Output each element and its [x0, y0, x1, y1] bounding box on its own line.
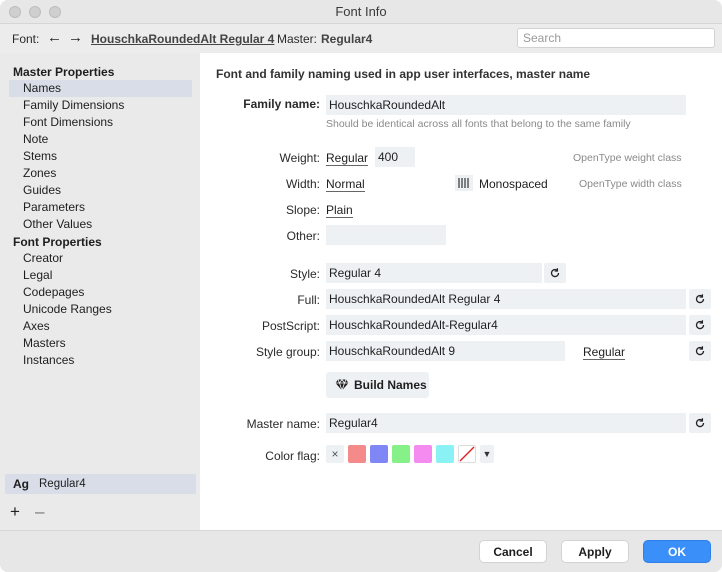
title-bar: Font Info: [0, 0, 722, 24]
reset-full-name-button[interactable]: [689, 289, 711, 309]
master-name-label: Master name:: [246, 417, 320, 431]
sidebar-item-creator[interactable]: Creator: [9, 250, 192, 267]
monospaced-checkbox-icon[interactable]: [455, 175, 473, 191]
dialog-footer: Cancel Apply OK: [0, 530, 722, 572]
master-name-field[interactable]: Regular4: [326, 413, 686, 433]
sidebar-item-family-dimensions[interactable]: Family Dimensions: [9, 97, 192, 114]
weight-class-dropdown[interactable]: Regular: [326, 151, 369, 166]
toolbar: Font: ← → HouschkaRoundedAlt Regular 4 M…: [0, 25, 722, 53]
slope-dropdown[interactable]: Plain: [326, 203, 353, 218]
weight-label: Weight:: [279, 151, 320, 165]
font-properties-heading: Font Properties: [13, 235, 102, 249]
color-flag-green[interactable]: [392, 445, 410, 463]
reset-master-name-button[interactable]: [689, 413, 711, 433]
color-flag-none-icon[interactable]: [458, 445, 476, 463]
build-names-label: Build Names: [354, 378, 427, 392]
color-flag-blue[interactable]: [370, 445, 388, 463]
sidebar: Master Properties Names Family Dimension…: [0, 53, 200, 530]
master-list-item[interactable]: Ag Regular4: [5, 474, 196, 494]
style-name-field[interactable]: Regular 4: [326, 263, 542, 283]
postscript-label: PostScript:: [261, 319, 320, 333]
master-value[interactable]: Regular4: [321, 32, 372, 46]
family-name-field[interactable]: HouschkaRoundedAlt: [326, 95, 686, 115]
sidebar-item-stems[interactable]: Stems: [9, 148, 192, 165]
weight-hint: OpenType weight class: [573, 152, 682, 164]
color-flag-red[interactable]: [348, 445, 366, 463]
apply-button[interactable]: Apply: [561, 540, 629, 563]
sidebar-item-other-values[interactable]: Other Values: [9, 216, 192, 233]
build-names-button[interactable]: Build Names: [326, 372, 429, 398]
sidebar-item-axes[interactable]: Axes: [9, 318, 192, 335]
color-flag-cyan[interactable]: [436, 445, 454, 463]
sidebar-item-zones[interactable]: Zones: [9, 165, 192, 182]
sidebar-item-font-dimensions[interactable]: Font Dimensions: [9, 114, 192, 131]
reset-style-group-button[interactable]: [689, 341, 711, 361]
style-group-field[interactable]: HouschkaRoundedAlt 9: [326, 341, 565, 361]
other-label: Other:: [286, 229, 320, 243]
width-hint: OpenType width class: [579, 178, 682, 190]
search-input[interactable]: [517, 28, 715, 48]
reset-icon: [550, 268, 560, 278]
full-name-field[interactable]: HouschkaRoundedAlt Regular 4: [326, 289, 686, 309]
master-label: Master:: [277, 32, 318, 46]
master-list-item-label: Regular4: [39, 478, 86, 490]
forward-arrow-icon[interactable]: →: [68, 29, 83, 46]
sidebar-item-codepages[interactable]: Codepages: [9, 284, 192, 301]
font-name-link[interactable]: HouschkaRoundedAlt Regular 4: [91, 32, 274, 46]
color-flag-label: Color flag:: [265, 449, 320, 463]
reset-postscript-button[interactable]: [689, 315, 711, 335]
sidebar-item-masters[interactable]: Masters: [9, 335, 192, 352]
family-name-hint: Should be identical across all fonts tha…: [326, 118, 631, 130]
width-class-dropdown[interactable]: Normal: [326, 177, 365, 192]
sidebar-item-instances[interactable]: Instances: [9, 352, 192, 369]
section-heading: Font and family naming used in app user …: [216, 67, 591, 81]
color-flag-magenta[interactable]: [414, 445, 432, 463]
color-flag-clear-button[interactable]: ×: [326, 445, 344, 463]
reset-style-button[interactable]: [544, 263, 566, 283]
font-info-window: Font Info Font: ← → HouschkaRoundedAlt R…: [0, 0, 722, 572]
style-label: Style:: [289, 267, 320, 281]
diamond-icon: [335, 379, 349, 391]
sidebar-item-legal[interactable]: Legal: [9, 267, 192, 284]
postscript-name-field[interactable]: HouschkaRoundedAlt-Regular4: [326, 315, 686, 335]
family-name-label: Family name:: [243, 97, 320, 111]
style-group-dropdown[interactable]: Regular: [583, 345, 626, 360]
window-title: Font Info: [335, 4, 387, 19]
back-arrow-icon[interactable]: ←: [47, 29, 62, 46]
add-master-button[interactable]: +: [10, 502, 20, 522]
master-properties-heading: Master Properties: [13, 65, 115, 79]
ok-button[interactable]: OK: [643, 540, 711, 563]
style-group-label: Style group:: [255, 345, 320, 359]
reset-icon: [695, 320, 705, 330]
width-label: Width:: [285, 177, 320, 191]
sidebar-item-parameters[interactable]: Parameters: [9, 199, 192, 216]
names-panel: Font and family naming used in app user …: [200, 53, 722, 530]
sidebar-item-note[interactable]: Note: [9, 131, 192, 148]
sidebar-item-names[interactable]: Names: [9, 80, 192, 97]
sidebar-item-guides[interactable]: Guides: [9, 182, 192, 199]
other-field[interactable]: [326, 225, 446, 245]
reset-icon: [695, 346, 705, 356]
sidebar-item-unicode-ranges[interactable]: Unicode Ranges: [9, 301, 192, 318]
weight-number-field[interactable]: 400: [375, 147, 415, 167]
full-name-label: Full:: [297, 293, 320, 307]
remove-master-button[interactable]: –: [35, 502, 44, 522]
color-flag-dropdown-icon[interactable]: ▼: [480, 445, 494, 463]
master-preview-glyphs: Ag: [13, 477, 29, 491]
reset-icon: [695, 294, 705, 304]
font-label: Font:: [12, 32, 40, 46]
cancel-button[interactable]: Cancel: [479, 540, 547, 563]
slope-label: Slope:: [285, 203, 320, 217]
reset-icon: [695, 418, 705, 428]
monospaced-label: Monospaced: [479, 177, 548, 191]
